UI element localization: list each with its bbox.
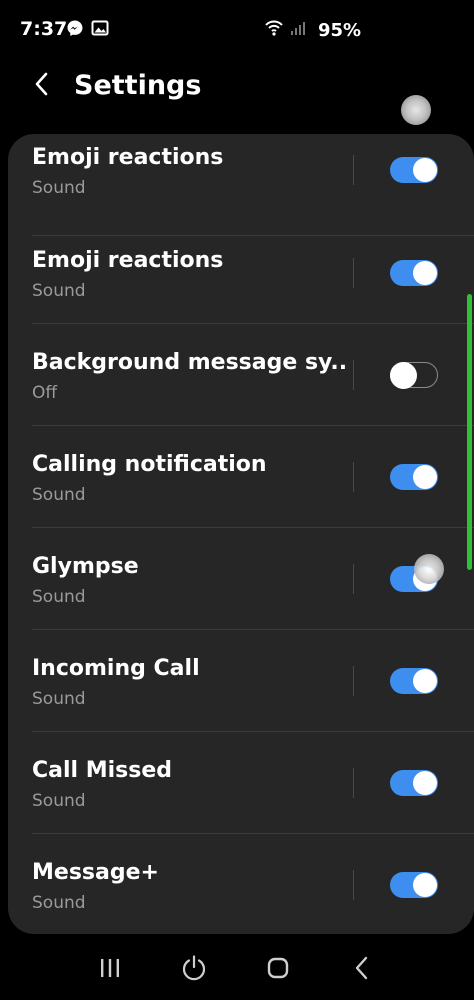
toggle-knob (413, 465, 437, 489)
recents-icon (98, 957, 122, 983)
setting-title: Calling notification (32, 452, 267, 477)
row-separator (353, 768, 354, 798)
toggle-switch[interactable] (390, 668, 438, 694)
row-separator (353, 360, 354, 390)
toggle-switch[interactable] (390, 464, 438, 490)
touch-indicator (401, 95, 431, 125)
nav-back-button[interactable] (342, 952, 382, 988)
setting-subtitle: Sound (32, 178, 86, 198)
row-separator (353, 258, 354, 288)
setting-title: Background message sy.. (32, 350, 348, 375)
chevron-left-icon (32, 71, 52, 101)
status-bar: 7:37 95% (0, 0, 474, 60)
status-right-group: 95% (264, 18, 361, 42)
status-time: 7:37 (20, 18, 68, 40)
recents-button[interactable] (90, 952, 130, 988)
setting-subtitle: Off (32, 383, 58, 403)
toggle-knob (413, 669, 437, 693)
setting-row[interactable]: Incoming Call Sound (8, 630, 474, 732)
back-icon (353, 955, 371, 985)
toggle-switch[interactable] (390, 872, 438, 898)
toggle-switch[interactable] (390, 770, 438, 796)
setting-subtitle: Sound (32, 791, 86, 811)
setting-subtitle: Sound (32, 893, 86, 913)
row-separator (353, 462, 354, 492)
row-separator (353, 666, 354, 696)
row-separator (353, 870, 354, 900)
setting-title: Emoji reactions (32, 248, 224, 273)
gallery-icon (91, 19, 109, 41)
touch-indicator (414, 554, 444, 584)
setting-subtitle: Sound (32, 689, 86, 709)
toggle-knob (413, 261, 437, 285)
toggle-switch[interactable] (390, 361, 438, 389)
toggle-knob (413, 158, 437, 182)
toggle-switch[interactable] (390, 260, 438, 286)
setting-subtitle: Sound (32, 587, 86, 607)
setting-title: Incoming Call (32, 656, 200, 681)
setting-row[interactable]: Call Missed Sound (8, 732, 474, 834)
page-title: Settings (74, 70, 202, 101)
setting-row[interactable]: Calling notification Sound (8, 426, 474, 528)
toggle-knob (390, 361, 417, 389)
messenger-icon (66, 19, 84, 41)
back-button[interactable] (24, 68, 60, 104)
setting-title: Call Missed (32, 758, 173, 783)
home-icon (266, 956, 290, 984)
setting-row[interactable]: Background message sy.. Off (8, 324, 474, 426)
home-button[interactable] (258, 952, 298, 988)
setting-title: Glympse (32, 554, 139, 579)
setting-subtitle: Sound (32, 281, 86, 301)
battery-level: 95% (318, 19, 362, 41)
row-separator (353, 564, 354, 594)
toggle-knob (413, 873, 437, 897)
power-button[interactable] (174, 952, 214, 988)
signal-icon (290, 20, 306, 40)
navigation-bar (0, 940, 474, 1000)
settings-list: Emoji reactions Sound Emoji reactions So… (8, 134, 474, 934)
setting-row[interactable]: Message+ Sound (8, 834, 474, 934)
setting-row[interactable]: Emoji reactions Sound (8, 222, 474, 324)
setting-subtitle: Sound (32, 485, 86, 505)
setting-title: Emoji reactions (32, 145, 224, 170)
screen: 7:37 95% Settings Emoji reactions Sound … (0, 0, 474, 1000)
power-icon (180, 954, 208, 986)
setting-row[interactable]: Emoji reactions Sound (8, 134, 474, 236)
row-separator (353, 155, 354, 185)
setting-title: Message+ (32, 860, 159, 885)
setting-row[interactable]: Glympse Sound (8, 528, 474, 630)
scrollbar[interactable] (467, 294, 472, 570)
toggle-knob (413, 771, 437, 795)
wifi-icon (264, 18, 284, 42)
toggle-switch[interactable] (390, 157, 438, 183)
